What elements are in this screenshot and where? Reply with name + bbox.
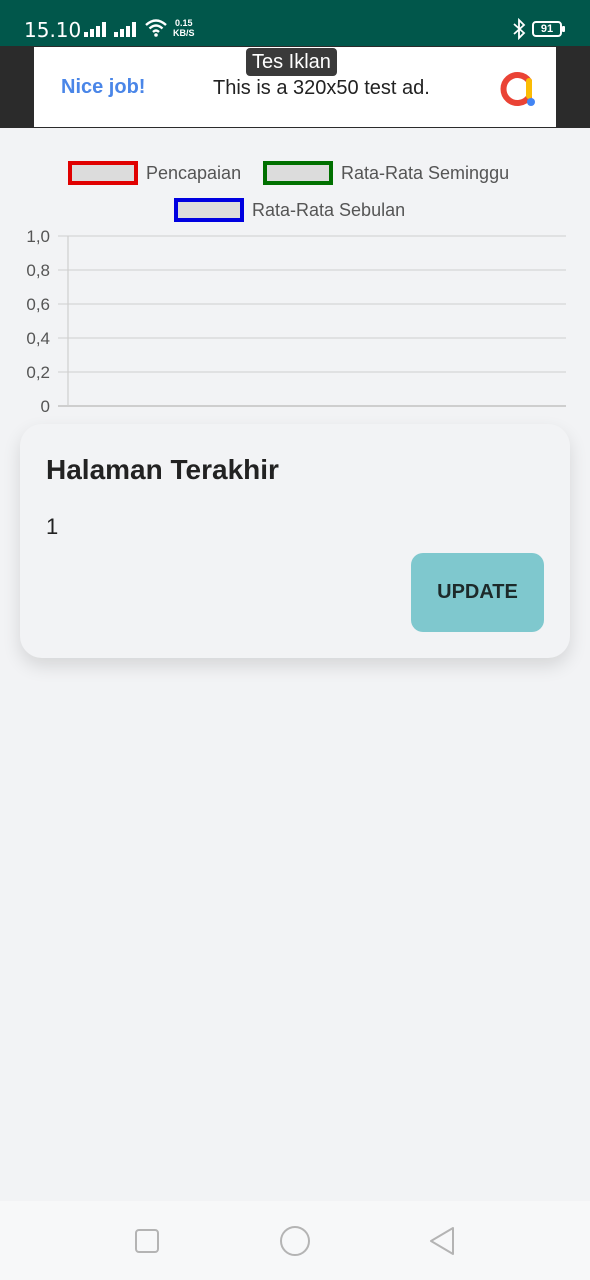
recents-button[interactable]	[107, 1201, 187, 1280]
legend-label: Rata-Rata Seminggu	[341, 162, 510, 183]
legend-item-rata-rata-seminggu: Rata-Rata Seminggu	[263, 160, 509, 186]
legend-label: Rata-Rata Sebulan	[252, 199, 406, 220]
update-button[interactable]: UPDATE	[411, 553, 544, 632]
network-speed-value: 0.15	[174, 18, 193, 28]
card-title: Halaman Terakhir	[46, 454, 279, 485]
legend-item-pencapaian: Pencapaian	[68, 160, 241, 186]
legend-item-rata-rata-sebulan: Rata-Rata Sebulan	[174, 197, 405, 223]
line-chart: 0 0,2 0,4 0,6 0,8 1,0	[26, 227, 566, 416]
status-bar: 15.10 0.15 KB/S 91	[0, 0, 590, 46]
battery-icon: 91	[532, 21, 565, 37]
adsense-logo-icon	[500, 72, 535, 106]
y-tick-label: 0	[41, 397, 50, 416]
network-speed-unit: KB/S	[173, 28, 195, 38]
last-page-value: 1	[46, 514, 59, 539]
legend-label: Pencapaian	[146, 162, 242, 183]
signal-icon	[84, 21, 106, 37]
y-tick-label: 0,8	[26, 261, 50, 280]
signal-icon	[114, 21, 136, 37]
back-icon	[430, 1226, 454, 1255]
y-tick-label: 0,6	[26, 295, 50, 314]
last-page-card: Halaman Terakhir 1 UPDATE	[20, 424, 570, 658]
home-icon	[280, 1225, 310, 1256]
back-button[interactable]	[402, 1201, 482, 1280]
bluetooth-icon	[513, 18, 526, 40]
network-speed: 0.15 KB/S	[173, 18, 195, 38]
y-tick-label: 0,2	[26, 363, 50, 382]
chart-y-ticks: 0 0,2 0,4 0,6 0,8 1,0	[26, 227, 50, 416]
chart-grid	[58, 235, 566, 407]
ad-nice-job[interactable]: Nice job!	[61, 76, 145, 99]
recents-icon	[135, 1228, 159, 1253]
legend-swatch	[174, 198, 244, 222]
y-tick-label: 1,0	[26, 227, 50, 246]
legend-swatch	[263, 161, 333, 185]
ad-text[interactable]: This is a 320x50 test ad.	[213, 77, 430, 100]
status-time: 15.10	[24, 18, 82, 42]
y-tick-label: 0,4	[26, 329, 50, 348]
navigation-bar	[0, 1201, 590, 1280]
wifi-icon	[145, 19, 167, 37]
legend-swatch	[68, 161, 138, 185]
ad-test-tag: Tes Iklan	[246, 48, 337, 76]
home-button[interactable]	[255, 1201, 335, 1280]
